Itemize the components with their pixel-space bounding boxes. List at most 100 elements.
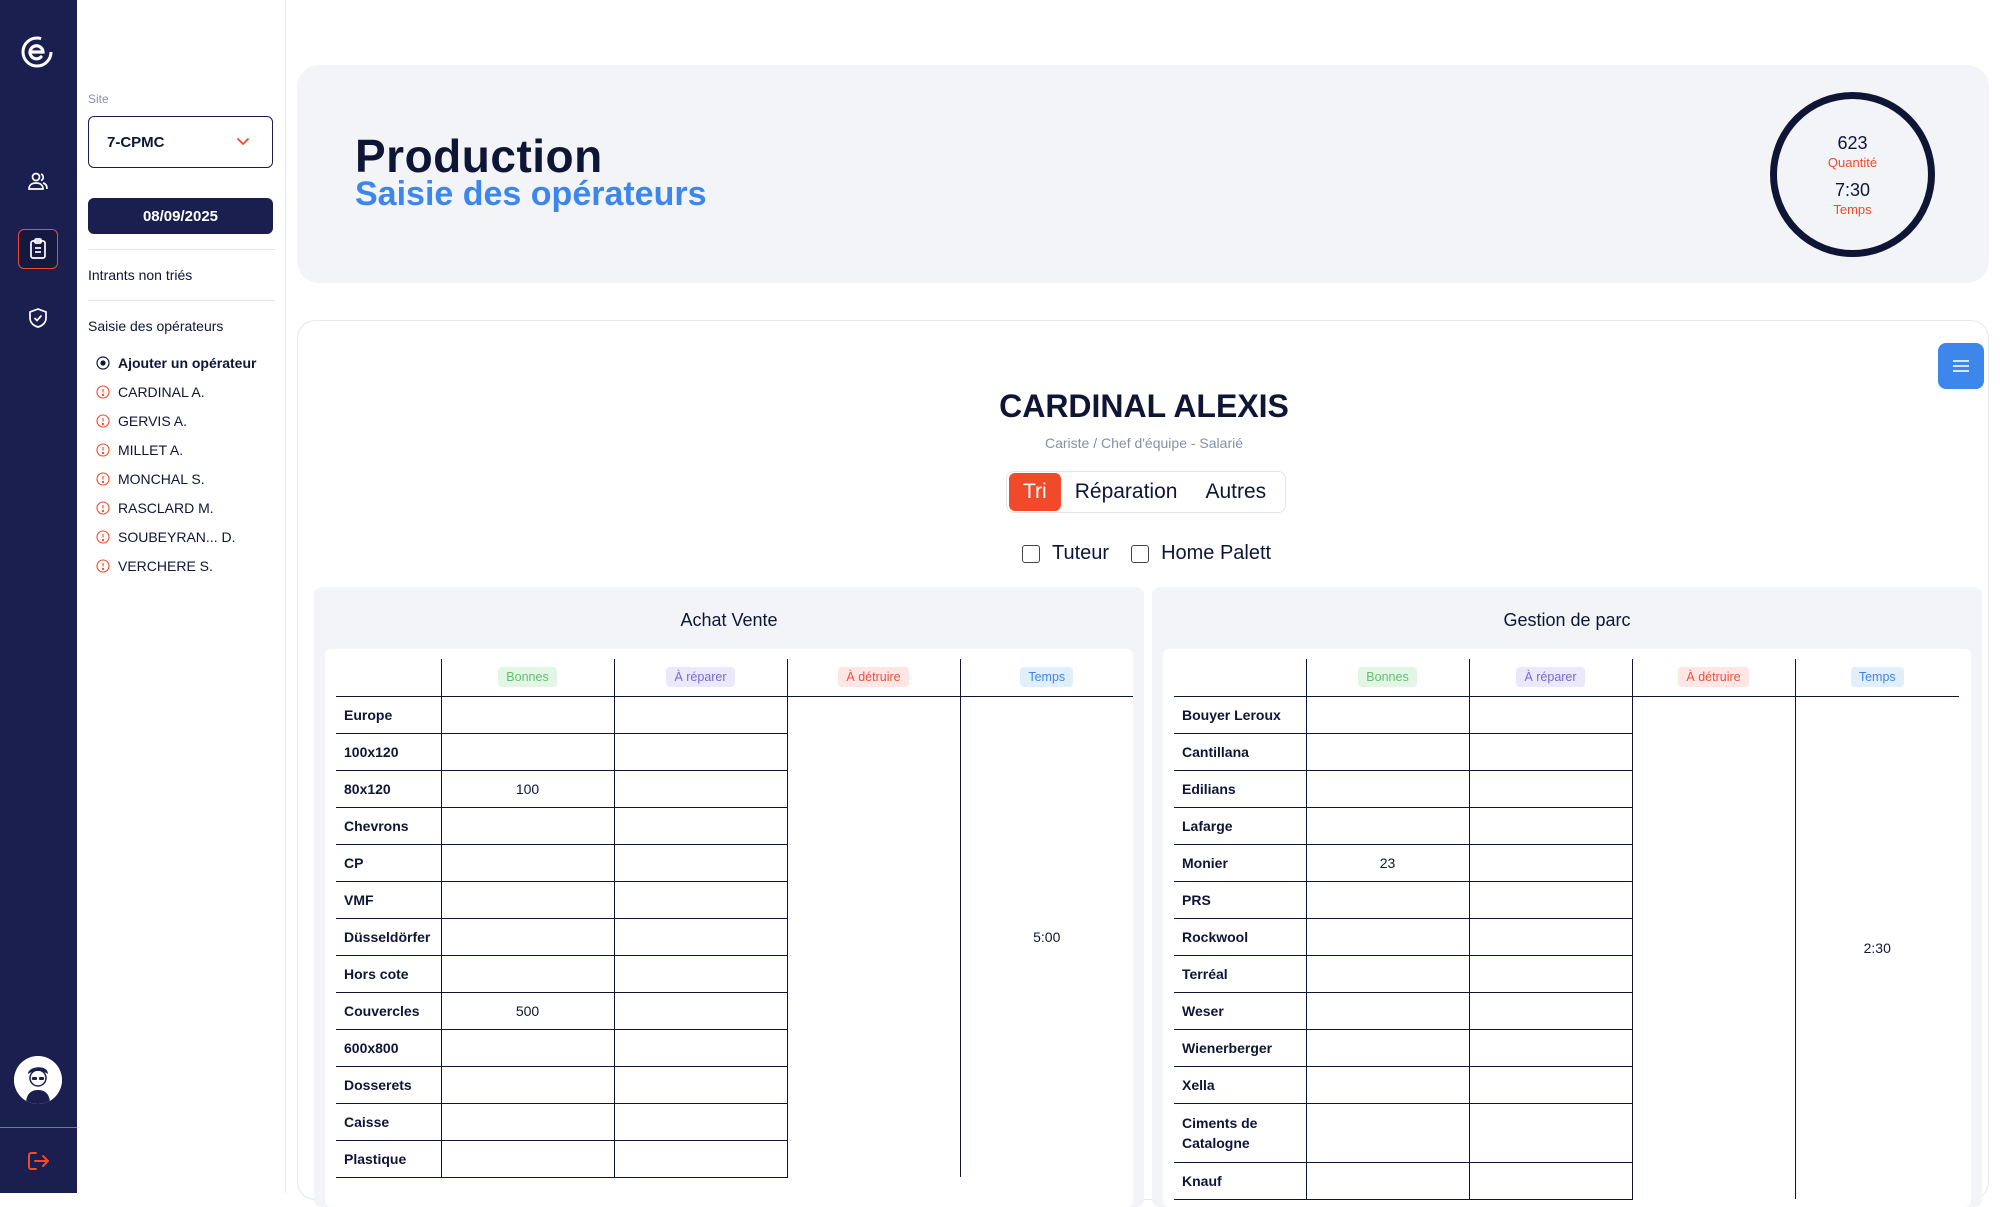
bonnes-cell[interactable]: [440, 733, 614, 771]
bonnes-cell[interactable]: [440, 807, 614, 845]
gestion-parc-table: Bonnes À réparer À détruire Temps Bouyer…: [1174, 659, 1959, 1200]
bonnes-cell[interactable]: [1305, 1162, 1469, 1200]
bonnes-cell[interactable]: 500: [440, 992, 614, 1030]
reparer-cell[interactable]: [1468, 696, 1632, 734]
reparer-cell[interactable]: [1468, 918, 1632, 956]
header-detruire: À détruire: [1631, 659, 1795, 697]
reparer-cell[interactable]: [613, 881, 787, 919]
reparer-cell[interactable]: [613, 918, 787, 956]
detruire-cell[interactable]: [786, 696, 960, 1177]
operator-item[interactable]: VERCHERE S.: [96, 551, 276, 580]
bonnes-cell[interactable]: [1305, 992, 1469, 1030]
sidebar-item-intrants[interactable]: Intrants non triés: [88, 267, 192, 283]
detruire-cell[interactable]: [1631, 696, 1795, 1199]
menu-button[interactable]: [1938, 343, 1984, 389]
alert-circle-icon: [96, 500, 110, 515]
bonnes-cell[interactable]: [440, 1140, 614, 1178]
reparer-cell[interactable]: [613, 1066, 787, 1104]
tab-autres[interactable]: Autres: [1191, 473, 1280, 511]
bonnes-cell[interactable]: [440, 1103, 614, 1141]
row-label: Rockwool: [1174, 918, 1306, 956]
operator-item[interactable]: SOUBEYRAN... D.: [96, 522, 276, 551]
row-label: Xella: [1174, 1066, 1306, 1104]
operator-name: CARDINAL A.: [118, 383, 205, 400]
row-label: Monier: [1174, 844, 1306, 882]
bonnes-cell[interactable]: [440, 1029, 614, 1067]
operator-item[interactable]: CARDINAL A.: [96, 377, 276, 406]
bonnes-cell[interactable]: [440, 1066, 614, 1104]
bonnes-cell[interactable]: [440, 844, 614, 882]
detruire-tag: À détruire: [838, 667, 909, 688]
reparer-cell[interactable]: [613, 1140, 787, 1178]
date-button[interactable]: 08/09/2025: [88, 198, 273, 234]
operator-item[interactable]: RASCLARD M.: [96, 493, 276, 522]
reparer-cell[interactable]: [613, 955, 787, 993]
operator-item[interactable]: MILLET A.: [96, 435, 276, 464]
bonnes-cell[interactable]: [1305, 1066, 1469, 1104]
reparer-cell[interactable]: [1468, 733, 1632, 771]
temps-cell[interactable]: 2:30: [1794, 696, 1959, 1199]
home-palett-checkbox[interactable]: Home Palett: [1131, 542, 1271, 565]
tab-reparation[interactable]: Réparation: [1061, 473, 1192, 511]
logo-icon[interactable]: [19, 34, 55, 70]
row-label: Ciments de Catalogne: [1174, 1103, 1306, 1163]
reparer-cell[interactable]: [613, 844, 787, 882]
reparer-cell[interactable]: [1468, 770, 1632, 808]
bonnes-cell[interactable]: [1305, 881, 1469, 919]
avatar[interactable]: [14, 1056, 62, 1104]
users-icon[interactable]: [18, 161, 58, 201]
reparer-cell[interactable]: [1468, 1103, 1632, 1163]
operator-item[interactable]: MONCHAL S.: [96, 464, 276, 493]
reparer-cell[interactable]: [1468, 955, 1632, 993]
row-label: VMF: [336, 881, 441, 919]
reparer-tag: À réparer: [1516, 667, 1585, 688]
bonnes-cell[interactable]: 100: [440, 770, 614, 808]
logout-icon[interactable]: [24, 1147, 52, 1175]
bonnes-cell[interactable]: [1305, 1029, 1469, 1067]
checkbox-box[interactable]: [1131, 544, 1150, 563]
bonnes-cell[interactable]: [1305, 918, 1469, 956]
reparer-cell[interactable]: [613, 696, 787, 734]
add-operator-button[interactable]: Ajouter un opérateur: [96, 348, 276, 377]
reparer-cell[interactable]: [613, 1103, 787, 1141]
reparer-cell[interactable]: [613, 807, 787, 845]
time-value: 7:30: [1834, 180, 1871, 200]
bonnes-cell[interactable]: [1305, 955, 1469, 993]
bonnes-cell[interactable]: [1305, 733, 1469, 771]
reparer-cell[interactable]: [1468, 1029, 1632, 1067]
bonnes-cell[interactable]: [440, 881, 614, 919]
bonnes-cell[interactable]: [440, 918, 614, 956]
reparer-cell[interactable]: [613, 770, 787, 808]
temps-cell[interactable]: 5:00: [959, 696, 1133, 1177]
site-select[interactable]: 7-CPMC: [88, 116, 273, 168]
bonnes-cell[interactable]: [1305, 807, 1469, 845]
tuteur-checkbox[interactable]: Tuteur: [1022, 542, 1109, 565]
operator-role: Cariste / Chef d'équipe - Salarié: [1045, 435, 1243, 451]
bonnes-cell[interactable]: 23: [1305, 844, 1469, 882]
bonnes-cell[interactable]: [1305, 1103, 1469, 1163]
reparer-cell[interactable]: [1468, 1066, 1632, 1104]
header-empty: [336, 659, 441, 697]
row-label: 80x120: [336, 770, 441, 808]
row-label: Chevrons: [336, 807, 441, 845]
sidebar-section-saisie[interactable]: Saisie des opérateurs: [88, 318, 223, 334]
shield-check-icon[interactable]: [18, 298, 58, 338]
reparer-cell[interactable]: [613, 733, 787, 771]
bonnes-cell[interactable]: [440, 955, 614, 993]
reparer-cell[interactable]: [1468, 844, 1632, 882]
tab-tri[interactable]: Tri: [1009, 473, 1061, 511]
row-label: Cantillana: [1174, 733, 1306, 771]
reparer-cell[interactable]: [613, 1029, 787, 1067]
operator-item[interactable]: GERVIS A.: [96, 406, 276, 435]
bonnes-cell[interactable]: [440, 696, 614, 734]
reparer-cell[interactable]: [1468, 992, 1632, 1030]
checkbox-box[interactable]: [1022, 544, 1040, 563]
panel-title: Gestion de parc: [1503, 610, 1631, 630]
bonnes-cell[interactable]: [1305, 770, 1469, 808]
bonnes-cell[interactable]: [1305, 696, 1469, 734]
clipboard-icon[interactable]: [18, 229, 58, 269]
reparer-cell[interactable]: [613, 992, 787, 1030]
reparer-cell[interactable]: [1468, 807, 1632, 845]
reparer-cell[interactable]: [1468, 1162, 1632, 1200]
reparer-cell[interactable]: [1468, 881, 1632, 919]
